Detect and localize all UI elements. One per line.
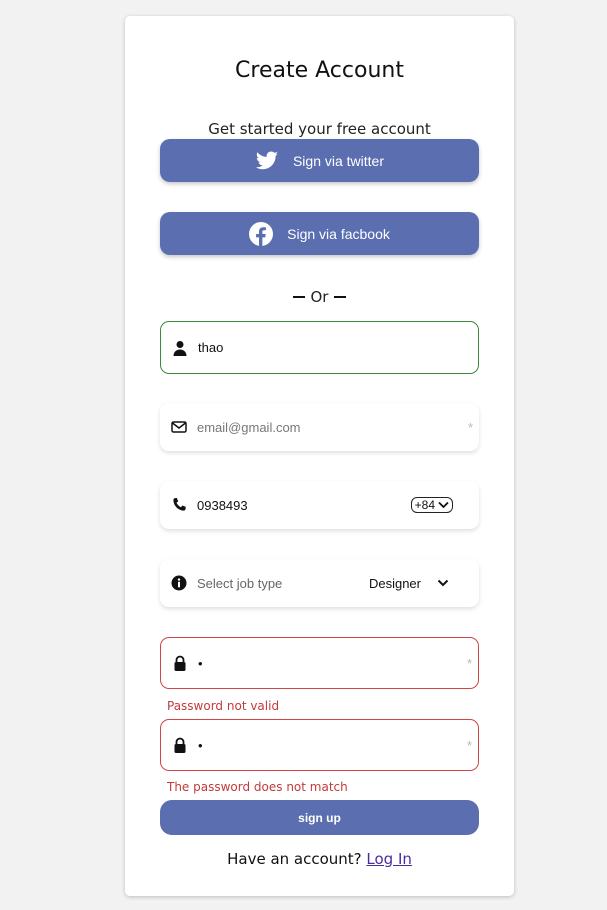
- required-asterisk: *: [467, 419, 473, 435]
- password-input[interactable]: [198, 655, 467, 671]
- twitter-icon: [255, 151, 278, 169]
- facebook-signin-label: Sign via facbook: [287, 225, 390, 242]
- or-divider: Or: [125, 288, 514, 306]
- lock-icon: [172, 737, 188, 753]
- twitter-signin-label: Sign via twitter: [292, 152, 385, 169]
- page-title: Create Account: [235, 58, 404, 83]
- info-icon: [171, 575, 187, 591]
- login-link[interactable]: Log In: [366, 850, 412, 868]
- name-field[interactable]: [160, 321, 479, 374]
- signup-button[interactable]: sign up: [160, 800, 479, 835]
- password-field[interactable]: *: [160, 637, 479, 689]
- chevron-down-icon: [438, 501, 449, 509]
- twitter-signin-button[interactable]: Sign via twitter: [160, 139, 479, 182]
- account-prompt-text: Have an account?: [227, 850, 362, 868]
- password-error: Password not valid: [167, 699, 280, 713]
- confirm-password-error: The password does not match: [167, 780, 348, 794]
- email-field[interactable]: *: [160, 403, 479, 451]
- email-input[interactable]: [197, 419, 468, 435]
- country-code-select[interactable]: +84: [410, 497, 453, 513]
- login-prompt: Have an account? Log In: [125, 850, 514, 868]
- or-text: Or: [310, 288, 329, 306]
- confirm-password-input[interactable]: [198, 737, 467, 753]
- phone-field[interactable]: +84: [160, 481, 479, 529]
- required-asterisk: *: [466, 737, 472, 753]
- confirm-password-field[interactable]: *: [160, 719, 479, 771]
- job-type-value[interactable]: Designer: [369, 576, 421, 591]
- signup-card: Create Account Get started your free acc…: [125, 16, 514, 896]
- facebook-signin-button[interactable]: Sign via facbook: [160, 212, 479, 255]
- required-asterisk: *: [466, 655, 472, 671]
- phone-input[interactable]: [197, 497, 411, 513]
- divider-dash: [334, 296, 347, 298]
- country-code-value: +84: [414, 498, 435, 512]
- facebook-icon: [249, 221, 274, 246]
- chevron-down-icon[interactable]: [437, 579, 449, 587]
- lock-icon: [172, 655, 188, 671]
- name-input[interactable]: [198, 340, 478, 355]
- phone-icon: [171, 497, 187, 513]
- page-subtitle: Get started your free account: [208, 120, 431, 138]
- user-icon: [172, 340, 188, 356]
- job-type-label: Select job type: [197, 575, 283, 591]
- divider-dash: [292, 296, 305, 298]
- job-type-field[interactable]: Select job type Designer: [160, 559, 479, 607]
- envelope-icon: [171, 419, 187, 435]
